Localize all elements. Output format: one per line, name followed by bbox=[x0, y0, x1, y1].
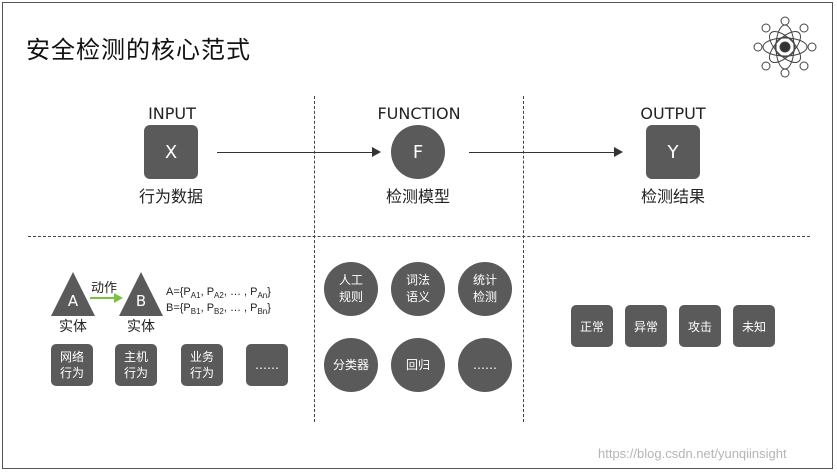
row-separator bbox=[28, 236, 810, 237]
output-header: OUTPUT bbox=[640, 104, 706, 123]
arrowhead-icon bbox=[372, 147, 381, 157]
business-behavior-box: 业务 行为 bbox=[181, 344, 223, 386]
manual-rules-circle: 人工 规则 bbox=[324, 262, 378, 316]
attack-result-box: 攻击 bbox=[679, 305, 721, 347]
entity-b-label: 实体 bbox=[127, 319, 155, 335]
anomaly-result-box: 异常 bbox=[625, 305, 667, 347]
action-arrow-icon bbox=[90, 293, 123, 303]
network-behavior-box: 网络 行为 bbox=[51, 344, 93, 386]
column-separator-2 bbox=[523, 96, 524, 422]
formula-a: A={PA1, PA2, … , PAn} bbox=[166, 286, 271, 301]
classifier-circle: 分类器 bbox=[324, 338, 378, 392]
lexical-semantic-circle: 词法 语义 bbox=[391, 262, 445, 316]
unknown-result-box: 未知 bbox=[733, 305, 775, 347]
output-y-node: Y bbox=[646, 125, 700, 179]
output-label: 检测结果 bbox=[640, 187, 705, 206]
formula-b: B={PB1, PB2, … , PBn} bbox=[166, 302, 271, 317]
watermark-url: https://blog.csdn.net/yunqiinsight bbox=[598, 446, 787, 461]
regression-circle: 回归 bbox=[391, 338, 445, 392]
input-header: INPUT bbox=[148, 104, 196, 123]
arrow-function-to-output bbox=[469, 152, 615, 153]
function-label: 检测模型 bbox=[385, 187, 450, 206]
function-f-node: F bbox=[391, 125, 445, 179]
entity-a-label: 实体 bbox=[59, 319, 87, 335]
normal-result-box: 正常 bbox=[571, 305, 613, 347]
statistical-detection-circle: 统计 检测 bbox=[458, 262, 512, 316]
network-logo-icon bbox=[753, 16, 817, 78]
more-behavior-box: …… bbox=[246, 344, 288, 386]
entity-b-letter: B bbox=[135, 292, 147, 310]
column-separator-1 bbox=[314, 96, 315, 422]
more-models-circle: …… bbox=[458, 338, 512, 392]
entity-a-letter: A bbox=[67, 292, 79, 310]
arrow-input-to-function bbox=[217, 152, 373, 153]
arrowhead-icon bbox=[614, 147, 623, 157]
function-header: FUNCTION bbox=[377, 104, 461, 123]
slide-title: 安全检测的核心范式 bbox=[26, 36, 251, 64]
input-x-node: X bbox=[144, 125, 198, 179]
input-label: 行为数据 bbox=[138, 187, 203, 206]
host-behavior-box: 主机 行为 bbox=[115, 344, 157, 386]
